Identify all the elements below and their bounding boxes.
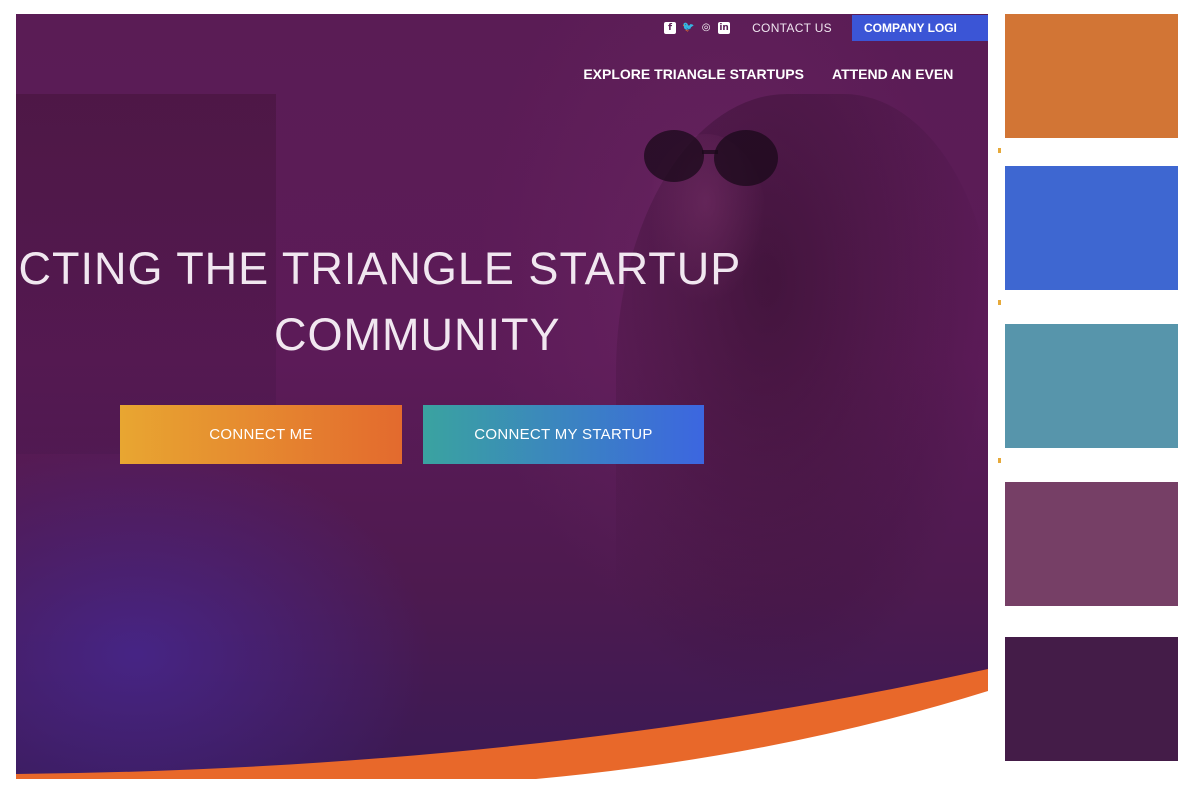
- instagram-icon[interactable]: ◎: [700, 22, 712, 34]
- hero-headline: NECTING THE TRIANGLE STARTUP COMMUNITY: [16, 236, 988, 368]
- swatch-divider-mark: [998, 458, 1001, 463]
- nav-item-events[interactable]: ATTEND AN EVEN: [832, 66, 988, 82]
- hero-section: f 🐦 ◎ in CONTACT US COMPANY LOGI EXPLORE…: [16, 14, 988, 779]
- swatch-divider-mark: [998, 148, 1001, 153]
- color-swatch-dark-purple: [1005, 637, 1178, 761]
- bottom-wave: [16, 669, 988, 779]
- color-swatch-blue: [1005, 166, 1178, 290]
- headline-line-1: NECTING THE TRIANGLE STARTUP: [16, 243, 742, 294]
- linkedin-icon[interactable]: in: [718, 22, 731, 34]
- company-login-button[interactable]: COMPANY LOGI: [852, 15, 988, 41]
- nav-item-explore[interactable]: EXPLORE TRIANGLE STARTUPS: [583, 66, 804, 82]
- main-nav: EXPLORE TRIANGLE STARTUPS ATTEND AN EVEN: [583, 66, 988, 82]
- twitter-icon[interactable]: 🐦: [682, 22, 694, 34]
- contact-us-link[interactable]: CONTACT US: [752, 21, 832, 35]
- top-utility-bar: f 🐦 ◎ in CONTACT US COMPANY LOGI: [664, 14, 988, 42]
- headline-line-2: COMMUNITY: [274, 309, 561, 360]
- color-swatch-orange: [1005, 14, 1178, 138]
- swatch-divider-mark: [998, 300, 1001, 305]
- color-swatch-plum: [1005, 482, 1178, 606]
- connect-my-startup-button[interactable]: CONNECT MY STARTUP: [423, 405, 704, 464]
- social-links: f 🐦 ◎ in: [664, 22, 731, 34]
- sunglasses-graphic: [644, 130, 778, 186]
- connect-me-button[interactable]: CONNECT ME: [120, 405, 402, 464]
- facebook-icon[interactable]: f: [664, 22, 677, 34]
- color-swatch-teal: [1005, 324, 1178, 448]
